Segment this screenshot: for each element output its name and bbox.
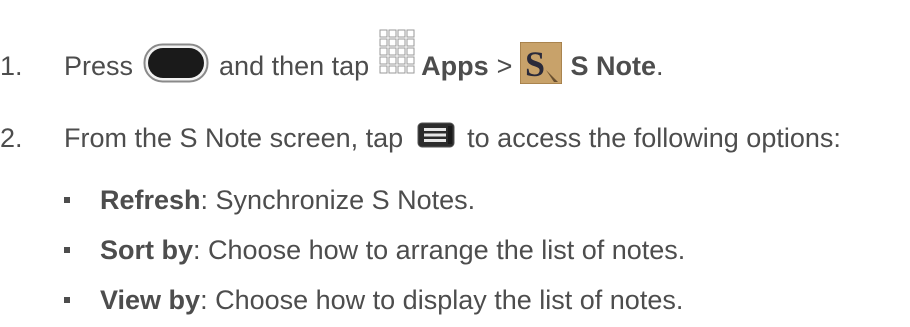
step-text-press: Press xyxy=(64,50,134,81)
step-end: . xyxy=(655,50,664,81)
step-number: 1. xyxy=(0,50,23,81)
step-text-after: to access the following options: xyxy=(467,122,841,153)
option-desc: : Choose how to arrange the list of note… xyxy=(193,234,686,265)
step-text-then: and then tap xyxy=(219,50,370,81)
step-number: 2. xyxy=(0,122,23,153)
apps-label: Apps xyxy=(421,50,489,81)
option-term: Refresh xyxy=(100,184,201,215)
menu-key-icon xyxy=(403,122,467,155)
option-term: Sort by xyxy=(100,234,194,265)
option-desc: : Choose how to display the list of note… xyxy=(200,284,684,315)
option-item-sort-by: Sort by : Choose how to arrange the list… xyxy=(64,228,685,272)
separator: > xyxy=(496,50,513,81)
step-1: 1. Press and then tap Apps > S S Note . xyxy=(0,29,664,92)
bullet-icon xyxy=(64,247,70,253)
option-item-refresh: Refresh : Synchronize S Notes. xyxy=(64,178,475,222)
step-2: 2. From the S Note screen, tap to access… xyxy=(0,116,841,160)
option-item-view-by: View by : Choose how to display the list… xyxy=(64,278,683,322)
bullet-icon xyxy=(64,297,70,303)
svg-text:S: S xyxy=(525,44,545,84)
apps-grid-icon xyxy=(369,29,421,96)
home-key-icon xyxy=(133,43,219,90)
step-text-before: From the S Note screen, tap xyxy=(64,122,404,153)
bullet-icon xyxy=(64,197,70,203)
option-term: View by xyxy=(100,284,201,315)
option-desc: : Synchronize S Notes. xyxy=(200,184,476,215)
s-note-label: S Note xyxy=(570,50,656,81)
s-note-app-icon: S xyxy=(512,40,570,91)
